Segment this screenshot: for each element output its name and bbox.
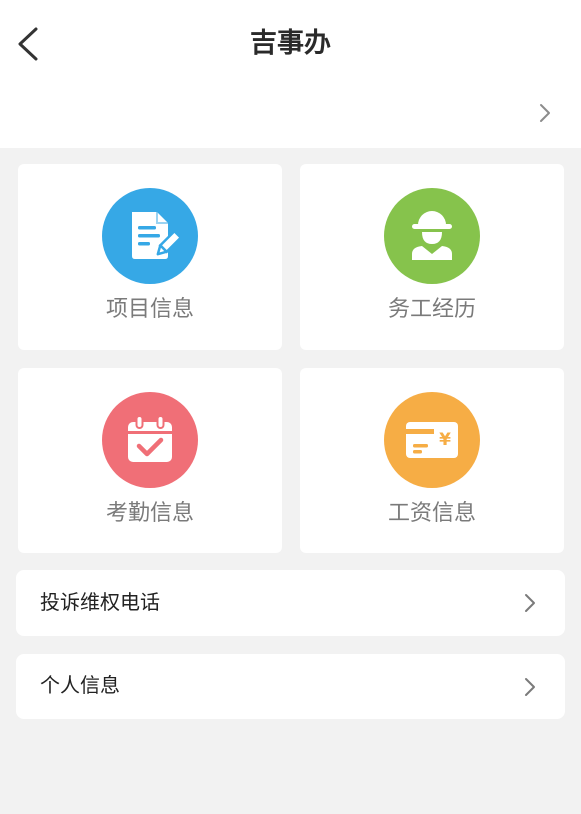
project-info-icon-circle xyxy=(102,188,198,284)
chevron-right-stroke xyxy=(540,104,550,122)
document-edit-icon xyxy=(132,212,183,259)
list-item-complaint-hotline[interactable]: 投诉维权电话 xyxy=(16,570,565,636)
list-item-label: 个人信息 xyxy=(40,673,120,697)
card-line xyxy=(413,450,422,454)
calendar-body xyxy=(128,422,172,462)
header-subrow[interactable] xyxy=(0,88,581,138)
hardhat-brim xyxy=(412,224,452,229)
document-line xyxy=(138,242,150,246)
chevron-right-icon xyxy=(537,102,553,124)
chevron-right-svg xyxy=(525,678,535,696)
chevron-right-svg xyxy=(525,594,535,612)
card-project-info[interactable]: 项目信息 xyxy=(18,164,282,350)
worker-icon xyxy=(412,211,452,260)
calendar-header-line xyxy=(128,431,172,434)
worker-body xyxy=(412,246,452,260)
card-work-history[interactable]: 务工经历 xyxy=(300,164,564,350)
list-item-label: 投诉维权电话 xyxy=(40,590,160,614)
worker-face xyxy=(422,232,442,244)
calendar-check-icon xyxy=(128,415,172,462)
document-line xyxy=(138,226,156,230)
salary-icon-circle: ¥ xyxy=(384,392,480,488)
chevron-right-icon xyxy=(522,676,538,698)
hardhat-dome xyxy=(418,211,446,225)
calendar-ring xyxy=(135,415,144,429)
card-label: 项目信息 xyxy=(105,297,194,322)
chevron-right-stroke xyxy=(525,678,535,696)
app-header: 吉事办 xyxy=(0,0,581,148)
card-stripe xyxy=(406,429,434,434)
page-title: 吉事办 xyxy=(250,28,331,59)
salary-card-icon: ¥ xyxy=(406,422,458,458)
yen-glyph: ¥ xyxy=(439,430,451,450)
card-line xyxy=(413,444,428,448)
card-attendance-info[interactable]: 考勤信息 xyxy=(18,368,282,553)
calendar-ring xyxy=(156,415,165,429)
chevron-right-stroke xyxy=(525,594,535,612)
chevron-right-icon xyxy=(522,592,538,614)
card-label: 工资信息 xyxy=(387,501,476,526)
chevron-right-svg xyxy=(540,104,550,122)
list-item-personal-info[interactable]: 个人信息 xyxy=(16,654,565,719)
card-label: 务工经历 xyxy=(387,297,476,322)
card-salary-info[interactable]: ¥ 工资信息 xyxy=(300,368,564,553)
card-label: 考勤信息 xyxy=(105,501,194,526)
work-history-icon-circle xyxy=(384,188,480,284)
document-line xyxy=(138,234,160,238)
attendance-icon-circle xyxy=(102,392,198,488)
